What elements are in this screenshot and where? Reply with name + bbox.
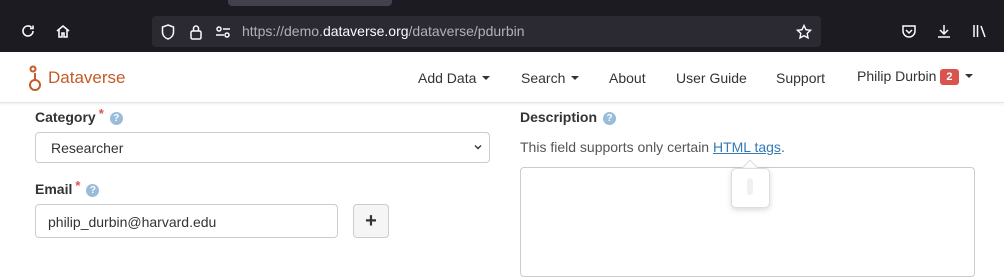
library-icon[interactable] bbox=[970, 21, 990, 41]
nav-support-link[interactable]: Support bbox=[776, 70, 825, 86]
category-select[interactable]: Researcher bbox=[35, 132, 490, 163]
nav-about-link[interactable]: About bbox=[609, 70, 646, 86]
category-label: Category *? bbox=[35, 106, 123, 126]
help-icon[interactable]: ? bbox=[86, 184, 100, 197]
chevron-down-icon bbox=[474, 145, 482, 150]
browser-toolbar: https://demo.dataverse.org/dataverse/pdu… bbox=[0, 0, 1004, 52]
notification-badge: 2 bbox=[940, 69, 959, 85]
site-navbar: Dataverse Add Data Search About User Gui… bbox=[0, 52, 1004, 103]
url-text[interactable]: https://demo.dataverse.org/dataverse/pdu… bbox=[242, 23, 525, 39]
email-field[interactable]: philip_durbin@harvard.edu bbox=[35, 204, 338, 238]
required-asterisk: * bbox=[75, 178, 81, 193]
nav-user-guide-link[interactable]: User Guide bbox=[676, 70, 747, 86]
pocket-icon[interactable] bbox=[899, 21, 919, 41]
dataverse-logo-icon bbox=[29, 65, 41, 91]
chevron-down-icon bbox=[571, 76, 580, 81]
download-icon[interactable] bbox=[934, 21, 954, 41]
chevron-down-icon bbox=[964, 74, 973, 79]
reload-icon[interactable] bbox=[18, 21, 38, 41]
lock-icon[interactable] bbox=[187, 23, 205, 41]
description-label: Description? bbox=[520, 109, 617, 126]
brand-logo-link[interactable]: Dataverse bbox=[28, 63, 125, 93]
email-label: Email *? bbox=[35, 178, 100, 198]
brand-name: Dataverse bbox=[48, 68, 126, 87]
permissions-icon[interactable] bbox=[214, 23, 232, 41]
description-help-text: This field supports only certain HTML ta… bbox=[520, 139, 785, 155]
home-icon[interactable] bbox=[53, 21, 73, 41]
nav-search-dropdown[interactable]: Search bbox=[521, 70, 580, 86]
shield-icon[interactable] bbox=[159, 23, 177, 41]
tooltip-content bbox=[747, 178, 753, 195]
url-bar[interactable]: https://demo.dataverse.org/dataverse/pdu… bbox=[152, 16, 821, 47]
add-email-button[interactable]: + bbox=[353, 204, 389, 238]
help-icon[interactable]: ? bbox=[603, 112, 617, 125]
html-tags-link[interactable]: HTML tags bbox=[713, 139, 781, 155]
bookmark-star-icon[interactable] bbox=[795, 23, 813, 41]
help-icon[interactable]: ? bbox=[109, 112, 123, 125]
nav-user-dropdown[interactable]: Philip Durbin 2 bbox=[857, 68, 973, 86]
browser-tab[interactable] bbox=[228, 0, 392, 6]
required-asterisk: * bbox=[98, 106, 104, 121]
chevron-down-icon bbox=[482, 76, 491, 81]
nav-add-data-dropdown[interactable]: Add Data bbox=[418, 70, 491, 86]
